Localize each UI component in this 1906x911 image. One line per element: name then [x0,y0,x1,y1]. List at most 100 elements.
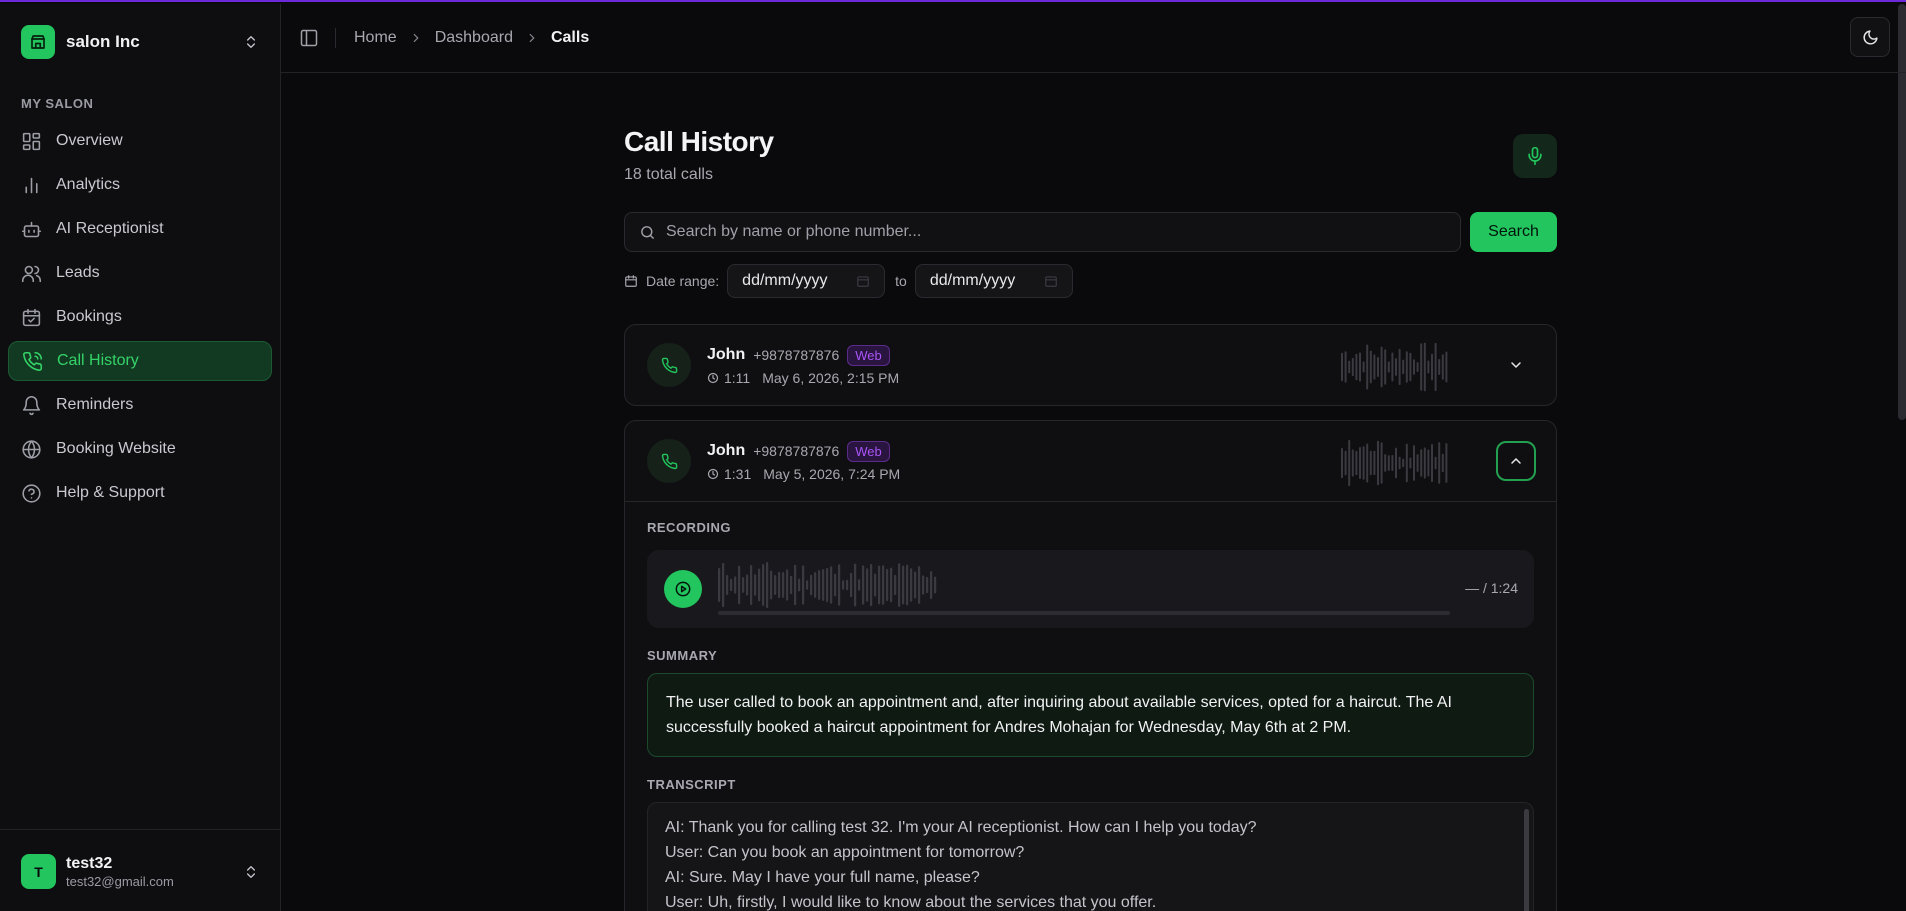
search-input[interactable] [666,223,1266,241]
transcript-line: AI: Sure. May I have your full name, ple… [665,869,980,886]
call-card-header[interactable]: John +9878787876 Web 1:31 May 5, 2026, 7… [625,421,1556,501]
moon-icon [1863,29,1878,44]
transcript-line: User: Can you book an appointment for to… [665,844,1025,861]
sidebar-item-bookings[interactable]: Bookings [8,297,272,337]
call-card[interactable]: John +9878787876 Web 1:31 May 5, 2026, 7… [624,420,1557,911]
breadcrumb-current: Calls [550,29,590,46]
call-date: May 6, 2026, 2:15 PM [762,369,900,386]
globe-icon [22,439,41,459]
transcript: AI: Thank you for calling test 32. I'm y… [647,802,1534,911]
chevron-right-icon [529,33,535,43]
theme-toggle-button[interactable] [1850,17,1890,57]
clock-icon [707,468,719,479]
waveform-icon [1341,439,1448,487]
audio-player: — / 1:24 [647,550,1534,628]
sidebar-item-label: Bookings [56,308,122,325]
transcript-line: AI: Thank you for calling test 32. I'm y… [665,819,1257,836]
calendar-picker-icon[interactable] [856,274,870,288]
bot-icon [21,221,42,237]
chevrons-up-down-icon [247,36,255,48]
sidebar-item-label: Analytics [56,176,121,193]
help-circle-icon [22,483,41,503]
sidebar-item-label: Call History [57,352,139,369]
mic-icon [1528,146,1542,166]
call-date: May 5, 2026, 7:24 PM [763,465,901,482]
search-field[interactable] [624,212,1461,252]
source-badge: Web [847,344,890,366]
sidebar-item-ai-receptionist[interactable]: AI Receptionist [8,209,272,249]
play-button[interactable] [664,570,702,608]
sidebar-item-label: Leads [56,264,100,281]
date-to-input[interactable]: dd/mm/yyyy [914,264,1073,298]
users-icon [21,265,42,282]
caller-phone: +9878787876 [753,347,840,363]
divider [335,28,336,48]
sidebar-item-leads[interactable]: Leads [8,253,272,293]
date-to-value: dd/mm/yyyy [929,272,1016,289]
sidebar-item-label: Reminders [56,396,134,413]
grid-icon [22,132,41,150]
clock-icon [707,372,719,383]
search-icon [641,225,654,239]
sidebar-item-help-support[interactable]: Help & Support [8,473,272,513]
search-row: Search [624,212,1557,252]
org-switcher[interactable]: salon Inc [0,4,280,80]
date-range-label: Date range: [646,273,720,289]
breadcrumb-dashboard[interactable]: Dashboard [435,29,513,47]
call-duration: 1:31 [724,465,752,482]
chevrons-up-down-icon [247,865,255,878]
call-summary: The user called to book an appointment a… [647,673,1534,757]
date-from-input[interactable]: dd/mm/yyyy [727,264,886,298]
phone-icon [647,343,691,387]
transcript-label: TRANSCRIPT [647,777,736,792]
user-email: test32@gmail.com [66,873,174,889]
call-card[interactable]: John +9878787876 Web 1:11 May 6, 2026, 2… [624,324,1557,406]
bar-chart-icon [25,177,38,193]
search-button[interactable]: Search [1470,212,1557,252]
page-subtitle: 18 total calls [624,166,713,183]
voice-call-button[interactable] [1513,134,1557,178]
sidebar-item-label: Booking Website [56,440,176,457]
calendar-icon [625,275,637,287]
phone-icon [23,351,43,371]
collapse-button[interactable] [1496,441,1536,481]
caller-name: John [707,442,746,459]
call-duration: 1:11 [724,369,751,386]
sidebar-item-label: Help & Support [56,484,165,501]
avatar: T [21,854,56,889]
sidebar-item-label: Overview [56,132,123,149]
date-to-label: to [895,273,907,289]
waveform-icon [1341,342,1448,392]
call-card-header[interactable]: John +9878787876 Web 1:11 May 6, 2026, 2… [625,325,1556,405]
source-badge: Web [847,440,890,462]
play-icon [675,581,691,597]
page-title: Call History [624,126,774,157]
sidebar-section-label: MY SALON [21,96,94,111]
date-filter: Date range: dd/mm/yyyy to dd/mm/yyyy [624,264,1557,298]
user-name: test32 [66,854,113,872]
bell-icon [22,395,41,415]
waveform-icon [718,561,937,609]
sidebar-item-call-history[interactable]: Call History [8,341,272,381]
sidebar: salon Inc MY SALON Overview Analytics AI… [0,4,281,911]
recording-label: RECORDING [647,520,731,535]
chevron-down-icon [1511,362,1521,369]
main-content: Call History 18 total calls Search Date … [624,126,1557,911]
breadcrumb-home[interactable]: Home [354,29,397,47]
calendar-picker-icon[interactable] [1044,274,1058,288]
sidebar-toggle-icon[interactable] [299,28,319,48]
transcript-scrollbar[interactable] [1524,809,1529,911]
chevron-up-icon [1511,457,1521,464]
caller-phone: +9878787876 [753,443,840,459]
topbar: Home Dashboard Calls [281,4,1906,73]
sidebar-item-booking-website[interactable]: Booking Website [8,429,272,469]
calendar-check-icon [22,308,41,326]
sidebar-item-analytics[interactable]: Analytics [8,165,272,205]
progress-bar[interactable] [718,611,1450,615]
expand-button[interactable] [1496,345,1536,385]
sidebar-item-label: AI Receptionist [56,220,164,237]
phone-icon [647,439,691,483]
user-menu[interactable]: T test32 test32@gmail.com [0,829,280,911]
sidebar-item-reminders[interactable]: Reminders [8,385,272,425]
sidebar-item-overview[interactable]: Overview [8,121,272,161]
